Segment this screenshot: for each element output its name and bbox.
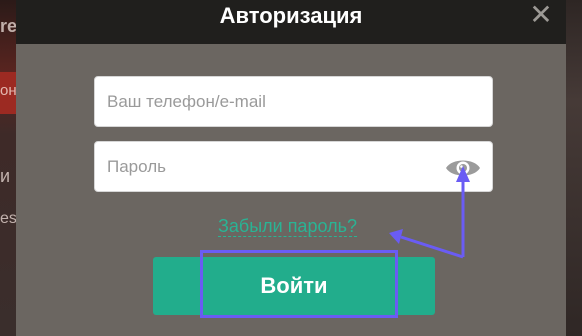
background-text: re xyxy=(0,16,18,36)
modal-header: Авторизация ✕ xyxy=(16,0,566,44)
forgot-password-link[interactable]: Забыли пароль? xyxy=(218,216,357,237)
annotation-arrow-to-link xyxy=(400,235,464,259)
background-page-right xyxy=(564,0,582,336)
annotation-arrowhead-link xyxy=(389,229,403,244)
background-text: es xyxy=(0,210,17,227)
background-text: он xyxy=(0,82,17,99)
phone-email-field[interactable] xyxy=(94,76,493,127)
modal-title: Авторизация xyxy=(219,3,363,28)
phone-email-input[interactable] xyxy=(95,77,492,126)
close-icon[interactable]: ✕ xyxy=(528,1,554,29)
password-field[interactable] xyxy=(94,141,493,192)
password-input[interactable] xyxy=(95,142,492,191)
eye-icon[interactable] xyxy=(444,156,482,180)
background-text: и xyxy=(0,166,11,186)
login-button[interactable]: Войти xyxy=(153,257,435,315)
login-modal: Авторизация ✕ Забыли пароль? Войти xyxy=(16,0,566,336)
